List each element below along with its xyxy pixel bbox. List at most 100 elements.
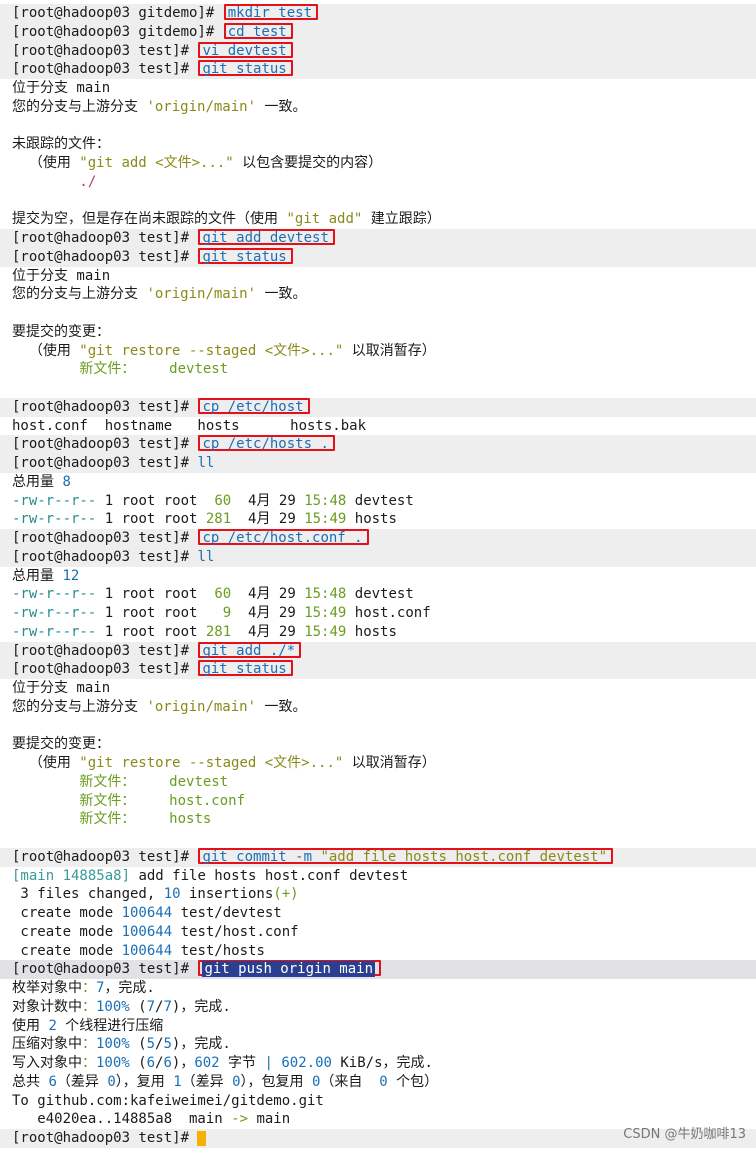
- filename: devtest: [346, 492, 414, 509]
- value: 6: [48, 1073, 57, 1090]
- prompt: [root@hadoop03 test]#: [12, 530, 198, 546]
- command-text: git commit -m: [202, 848, 321, 865]
- output-text: )，完成.: [171, 1036, 231, 1053]
- time: 15:48: [304, 586, 347, 603]
- output-text: create mode: [12, 923, 122, 940]
- date: 4月 29: [231, 586, 305, 603]
- value: 1: [173, 1073, 182, 1090]
- command-highlight: git push origin main: [198, 960, 382, 978]
- command-text: git status: [202, 61, 287, 78]
- output-text: （差异: [56, 1073, 108, 1090]
- command-text: ll: [197, 455, 215, 471]
- prompt: [root@hadoop03 test]#: [12, 61, 198, 78]
- prompt: [root@hadoop03 test]#: [12, 1130, 198, 1146]
- value: 5: [163, 1036, 172, 1053]
- prompt: [root@hadoop03 test]#: [12, 398, 198, 415]
- staged-label: 新文件：: [12, 773, 136, 790]
- output-line: 提交为空，但是存在尚未跟踪的文件（使用 "git add" 建立跟踪）: [12, 210, 756, 229]
- prompt: [root@hadoop03 test]#: [12, 642, 198, 659]
- terminal-line: [root@hadoop03 gitdemo]# cd test: [0, 22, 756, 42]
- size: 281: [205, 511, 232, 528]
- command-text: git status: [202, 248, 287, 265]
- date: 4月 29: [231, 492, 305, 509]
- terminal-line: [root@hadoop03 test]# git status: [0, 247, 756, 267]
- watermark: CSDN @牛奶咖啡13: [623, 1126, 746, 1142]
- output-line: create mode 100644 test/hosts: [12, 942, 756, 961]
- owner: 1 root root: [96, 605, 223, 621]
- value: 5: [146, 1036, 156, 1053]
- output-text: 您的分支与上游分支: [12, 698, 147, 715]
- owner: 1 root root: [96, 511, 206, 528]
- command-highlight: cp /etc/hosts .: [198, 435, 335, 452]
- colon: ：: [82, 998, 96, 1015]
- output-text: 一致。: [256, 286, 307, 303]
- colon: ：: [82, 980, 96, 996]
- output-line: 压缩对象中：100% (5/5)，完成.: [12, 1035, 756, 1054]
- command-highlight: git add devtest: [198, 229, 335, 246]
- command-highlight: git status: [198, 60, 293, 78]
- prompt: [root@hadoop03 gitdemo]#: [12, 23, 223, 40]
- output-text: （使用: [12, 155, 80, 171]
- output-text: add file hosts host.conf devtest: [130, 867, 409, 884]
- arrow: ->: [231, 1111, 249, 1128]
- value: 0: [232, 1073, 241, 1090]
- staged-label: 新文件：: [12, 792, 136, 809]
- size: 9: [222, 605, 232, 621]
- size: 281: [205, 623, 232, 640]
- insertions-count: 10: [163, 886, 181, 903]
- output-line: 位于分支 main: [12, 267, 111, 284]
- terminal-line: [root@hadoop03 test]# ll: [0, 547, 756, 567]
- staged-file: 新文件： devtest: [12, 773, 756, 792]
- command-text: cp /etc/host: [202, 398, 304, 415]
- output-text: 您的分支与上游分支: [12, 98, 147, 115]
- output-line: 总用量 12: [12, 567, 756, 586]
- output-line: 要提交的变更：: [12, 736, 110, 753]
- size: 60: [214, 492, 232, 509]
- output-text: 以取消暂存）: [343, 342, 436, 359]
- file-listing-row: -rw-r--r-- 1 root root 9 4月 29 15:49 hos…: [12, 604, 756, 623]
- prompt: [root@hadoop03 test]#: [12, 961, 198, 978]
- filename: host.conf: [346, 605, 431, 621]
- colon: ：: [82, 1055, 96, 1071]
- output-line: 您的分支与上游分支 'origin/main' 一致。: [12, 698, 756, 717]
- owner: 1 root root: [96, 492, 215, 509]
- output-text: 写入对象中: [12, 1055, 82, 1071]
- prompt: [root@hadoop03 test]#: [12, 548, 198, 565]
- prompt: [root@hadoop03 test]#: [12, 661, 198, 678]
- percent: 100%: [96, 1036, 130, 1053]
- command-text: git add devtest: [202, 230, 329, 246]
- command-text: ll: [197, 548, 215, 565]
- staged-filename: hosts: [135, 811, 212, 828]
- total-count: 8: [62, 473, 71, 490]
- terminal-line: [root@hadoop03 test]# cp /etc/hosts .: [0, 435, 756, 454]
- output-text: 总共: [12, 1073, 49, 1090]
- output-text: insertions: [180, 886, 274, 903]
- staged-file: 新文件： devtest: [12, 360, 756, 379]
- date: 4月 29: [231, 605, 305, 621]
- time: 15:49: [304, 511, 347, 528]
- value: 7: [146, 998, 156, 1015]
- output-text: KiB/s，完成.: [331, 1055, 433, 1071]
- terminal-line: [root@hadoop03 test]# git push origin ma…: [0, 960, 756, 979]
- output-line: To github.com:kafeiweimei/gitdemo.git: [12, 1092, 324, 1109]
- output-text: test/devtest: [172, 905, 282, 921]
- command-highlight: cp /etc/host.conf .: [198, 529, 369, 545]
- output-text: test/host.conf: [172, 923, 299, 940]
- terminal-line: [root@hadoop03 gitdemo]# mkdir test: [0, 4, 756, 23]
- branch-ref: 'origin/main': [146, 698, 257, 715]
- output-text: （使用: [12, 342, 80, 359]
- hint-command: "git restore --staged <文件>...": [79, 755, 344, 771]
- output-text: ），包复用: [240, 1073, 312, 1090]
- value: 6: [146, 1055, 156, 1071]
- filename: hosts: [346, 511, 397, 528]
- terminal-line: [root@hadoop03 test]# vi devtest: [0, 41, 756, 61]
- speed: 602.00: [272, 1055, 332, 1071]
- output-line: 位于分支 main: [12, 680, 111, 696]
- output-text: 个线程进行压缩: [56, 1017, 164, 1034]
- output-line: 总共 6（差异 0），复用 1（差异 0），包复用 0（来自 0 个包）: [12, 1073, 756, 1092]
- prompt: [root@hadoop03 test]#: [12, 436, 198, 453]
- mode: 100644: [121, 942, 173, 959]
- cursor[interactable]: [197, 1130, 207, 1146]
- output-text: (: [129, 1036, 147, 1053]
